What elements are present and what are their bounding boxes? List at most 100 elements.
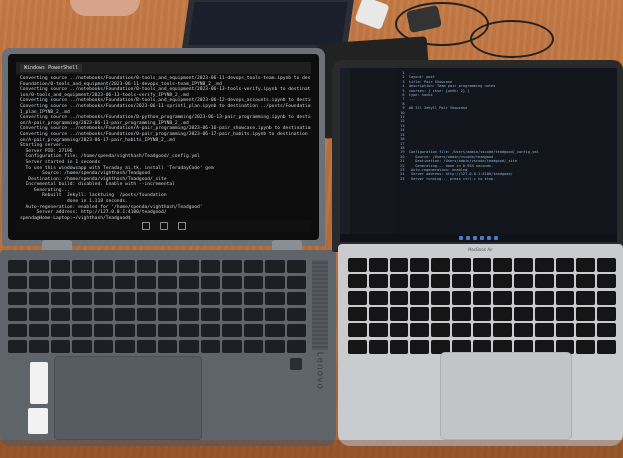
start-icon[interactable]: [141, 222, 150, 230]
key: [555, 306, 575, 321]
terminal-output: Converting source ../notebooks/Foundatio…: [16, 74, 311, 223]
key: [158, 276, 178, 289]
key: [72, 276, 92, 289]
key: [93, 276, 114, 289]
key: [286, 308, 306, 321]
key: [136, 292, 156, 305]
dock-icon[interactable]: [487, 236, 491, 240]
key: [576, 274, 596, 289]
key: [93, 260, 114, 273]
key: [200, 324, 221, 337]
macbook-screen: 1 --- 2 layout: post 3 title: Pair Showc…: [340, 68, 617, 242]
key: [93, 292, 114, 305]
dock-icon[interactable]: [466, 236, 470, 240]
dock-icon[interactable]: [480, 236, 484, 240]
lenovo-base: Lenovo: [0, 250, 336, 446]
key: [389, 258, 409, 272]
key: [29, 308, 49, 321]
key: [72, 308, 92, 321]
key: [431, 274, 450, 289]
key: [368, 306, 388, 321]
key: [200, 260, 221, 273]
terminal-line: Converting source ../notebooks/Foundatio…: [20, 103, 311, 109]
code-line: 25 Server running... press ctrl-c to sto…: [398, 176, 496, 181]
app-icon[interactable]: [177, 222, 186, 230]
key: [29, 276, 49, 289]
key: [348, 323, 367, 338]
terminal-line: Converting source ../notebooks/Foundatio…: [20, 131, 311, 137]
key: [555, 258, 575, 272]
macos-dock: [340, 234, 617, 242]
key: [493, 274, 513, 289]
key: [389, 290, 409, 305]
key: [136, 260, 156, 273]
key: [286, 292, 306, 305]
key: [472, 274, 492, 289]
key: [93, 324, 114, 337]
key: [222, 276, 242, 289]
key: [597, 258, 616, 272]
key: [451, 258, 471, 272]
key: [348, 258, 367, 272]
key: [431, 323, 450, 338]
key: [8, 324, 28, 337]
key: [431, 306, 450, 321]
key: [410, 274, 430, 289]
key: [222, 260, 242, 273]
key: [29, 340, 49, 353]
key: [348, 290, 367, 305]
key: [115, 292, 135, 305]
key: [451, 274, 471, 289]
key: [451, 290, 471, 305]
key: [72, 340, 92, 353]
key: [576, 290, 596, 305]
key: [472, 323, 492, 338]
key: [200, 308, 221, 321]
dock-icon[interactable]: [473, 236, 477, 240]
key: [72, 260, 92, 273]
terminal-line: Converting source ../notebooks/Foundatio…: [20, 115, 311, 121]
key: [50, 308, 71, 321]
key: [493, 290, 513, 305]
key: [243, 308, 264, 321]
lenovo-logo: Lenovo: [314, 351, 324, 390]
key: [29, 324, 49, 337]
vscode-activity-bar: [340, 68, 350, 242]
lenovo-keyboard: [8, 260, 306, 354]
key: [222, 324, 242, 337]
key: [8, 276, 28, 289]
key: [368, 258, 388, 272]
search-icon[interactable]: [159, 222, 168, 230]
key: [410, 290, 430, 305]
key: [368, 323, 388, 338]
terminal-tab[interactable]: Windows PowerShell: [20, 64, 83, 72]
terminal-line: Converting source ../notebooks/Foundatio…: [20, 76, 311, 81]
key: [534, 323, 554, 338]
key: [243, 324, 264, 337]
key: [200, 292, 221, 305]
key: [286, 324, 306, 337]
key: [514, 258, 533, 272]
dock-icon[interactable]: [494, 236, 498, 240]
key: [265, 340, 285, 353]
key: [222, 340, 242, 353]
key: [514, 274, 533, 289]
key: [493, 258, 513, 272]
key: [265, 260, 285, 273]
key: [576, 323, 596, 338]
key: [265, 308, 285, 321]
key: [410, 339, 430, 354]
key: [115, 260, 135, 273]
key: [348, 274, 367, 289]
spec-sticker: [30, 362, 48, 404]
key: [576, 306, 596, 321]
key: [222, 292, 242, 305]
dock-icon[interactable]: [459, 236, 463, 240]
key: [493, 306, 513, 321]
key: [555, 274, 575, 289]
lenovo-bezel: Windows PowerShell Converting source ../…: [8, 54, 319, 240]
key: [286, 340, 306, 353]
key: [158, 292, 178, 305]
key: [29, 292, 49, 305]
key: [514, 323, 533, 338]
